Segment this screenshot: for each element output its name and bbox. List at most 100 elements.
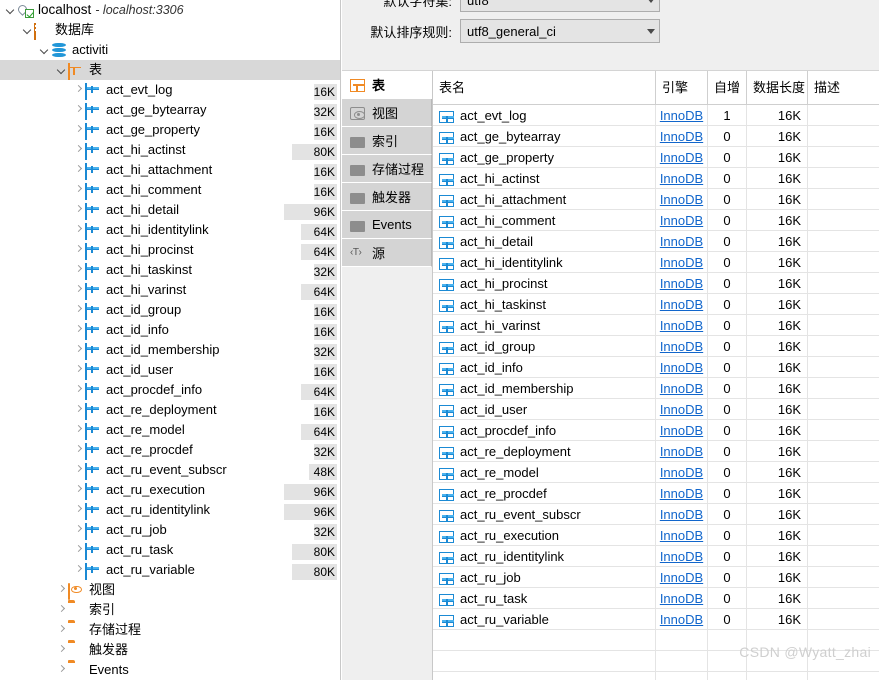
cell-auto-increment[interactable]: 0: [708, 293, 747, 315]
tree-table-item[interactable]: act_hi_attachment 16K: [0, 160, 340, 180]
cell-data-length[interactable]: 16K: [747, 419, 808, 441]
cell-description[interactable]: [808, 462, 872, 483]
cell-auto-increment[interactable]: 0: [708, 272, 747, 294]
chevron-right-icon[interactable]: [72, 560, 85, 580]
cell-table-name[interactable]: act_ru_identitylink: [433, 545, 656, 567]
cell-table-name[interactable]: act_re_deployment: [433, 440, 656, 462]
chevron-right-icon[interactable]: [72, 140, 85, 160]
tree-table-item[interactable]: act_ru_event_subscr 48K: [0, 460, 340, 480]
tree-node-localhost[interactable]: localhost - localhost:3306: [0, 0, 340, 20]
engine-link[interactable]: InnoDB: [660, 126, 703, 147]
cell-description[interactable]: [808, 399, 872, 420]
cell-auto-increment[interactable]: 0: [708, 209, 747, 231]
table-row[interactable]: act_hi_attachment InnoDB 0 16K: [433, 188, 879, 210]
cell-engine[interactable]: InnoDB: [656, 104, 708, 126]
engine-link[interactable]: InnoDB: [660, 609, 703, 630]
tab-events[interactable]: Events: [342, 211, 432, 239]
engine-link[interactable]: InnoDB: [660, 189, 703, 210]
cell-empty[interactable]: [656, 671, 708, 680]
charset-select[interactable]: utf8: [460, 0, 660, 12]
table-row[interactable]: act_ru_variable InnoDB 0 16K: [433, 608, 879, 630]
chevron-down-icon[interactable]: [55, 60, 68, 80]
table-row[interactable]: act_hi_detail InnoDB 0 16K: [433, 230, 879, 252]
chevron-right-icon[interactable]: [72, 420, 85, 440]
cell-empty[interactable]: [708, 671, 747, 680]
chevron-right-icon[interactable]: [72, 480, 85, 500]
table-row[interactable]: act_ge_property InnoDB 0 16K: [433, 146, 879, 168]
cell-engine[interactable]: InnoDB: [656, 293, 708, 315]
cell-data-length[interactable]: 16K: [747, 608, 808, 630]
cell-auto-increment[interactable]: 0: [708, 566, 747, 588]
cell-description[interactable]: [808, 441, 872, 462]
tree-table-item[interactable]: act_ge_property 16K: [0, 120, 340, 140]
engine-link[interactable]: InnoDB: [660, 315, 703, 336]
cell-table-name[interactable]: act_id_info: [433, 356, 656, 378]
cell-data-length[interactable]: 16K: [747, 356, 808, 378]
cell-auto-increment[interactable]: 0: [708, 335, 747, 357]
tree-node-activiti[interactable]: activiti: [0, 40, 340, 60]
cell-description[interactable]: [808, 378, 872, 399]
cell-auto-increment[interactable]: 0: [708, 230, 747, 252]
chevron-right-icon[interactable]: [72, 240, 85, 260]
table-row[interactable]: act_ru_job InnoDB 0 16K: [433, 566, 879, 588]
cell-engine[interactable]: InnoDB: [656, 335, 708, 357]
engine-link[interactable]: InnoDB: [660, 420, 703, 441]
cell-table-name[interactable]: act_id_group: [433, 335, 656, 357]
tree-table-item[interactable]: act_ru_job 32K: [0, 520, 340, 540]
tab-source[interactable]: ‹T› 源: [342, 239, 432, 267]
cell-description[interactable]: [808, 504, 872, 525]
cell-engine[interactable]: InnoDB: [656, 503, 708, 525]
tab-indexes[interactable]: 索引: [342, 127, 432, 155]
cell-description[interactable]: [808, 105, 872, 126]
cell-empty[interactable]: [656, 650, 708, 672]
tree-table-item[interactable]: act_ge_bytearray 32K: [0, 100, 340, 120]
tree-node-databases[interactable]: 数据库: [0, 20, 340, 40]
cell-data-length[interactable]: 16K: [747, 104, 808, 126]
cell-engine[interactable]: InnoDB: [656, 587, 708, 609]
cell-engine[interactable]: InnoDB: [656, 482, 708, 504]
cell-data-length[interactable]: 16K: [747, 587, 808, 609]
cell-table-name[interactable]: act_hi_identitylink: [433, 251, 656, 273]
cell-table-name[interactable]: act_ru_task: [433, 587, 656, 609]
cell-table-name[interactable]: act_hi_procinst: [433, 272, 656, 294]
cell-description[interactable]: [808, 525, 872, 546]
cell-description[interactable]: [808, 567, 872, 588]
cell-engine[interactable]: InnoDB: [656, 167, 708, 189]
cell-auto-increment[interactable]: 0: [708, 440, 747, 462]
cell-data-length[interactable]: 16K: [747, 125, 808, 147]
cell-data-length[interactable]: 16K: [747, 377, 808, 399]
chevron-down-icon[interactable]: [38, 40, 51, 60]
cell-engine[interactable]: InnoDB: [656, 356, 708, 378]
engine-link[interactable]: InnoDB: [660, 231, 703, 252]
cell-data-length[interactable]: 16K: [747, 398, 808, 420]
cell-data-length[interactable]: 16K: [747, 167, 808, 189]
tree-table-item[interactable]: act_id_info 16K: [0, 320, 340, 340]
tree-table-item[interactable]: act_ru_execution 96K: [0, 480, 340, 500]
cell-auto-increment[interactable]: 0: [708, 587, 747, 609]
cell-empty[interactable]: [433, 629, 656, 651]
cell-empty[interactable]: [808, 672, 872, 680]
chevron-right-icon[interactable]: [72, 100, 85, 120]
cell-empty[interactable]: [747, 671, 808, 680]
cell-description[interactable]: [808, 357, 872, 378]
chevron-right-icon[interactable]: [72, 540, 85, 560]
cell-engine[interactable]: InnoDB: [656, 377, 708, 399]
cell-data-length[interactable]: 16K: [747, 524, 808, 546]
engine-link[interactable]: InnoDB: [660, 210, 703, 231]
column-header-auto-increment[interactable]: 自增: [708, 71, 747, 105]
cell-auto-increment[interactable]: 0: [708, 251, 747, 273]
table-row[interactable]: act_re_model InnoDB 0 16K: [433, 461, 879, 483]
chevron-right-icon[interactable]: [72, 200, 85, 220]
cell-data-length[interactable]: 16K: [747, 545, 808, 567]
chevron-right-icon[interactable]: [72, 220, 85, 240]
chevron-right-icon[interactable]: [72, 280, 85, 300]
tree-node-group[interactable]: 视图: [0, 580, 340, 600]
cell-data-length[interactable]: 16K: [747, 503, 808, 525]
cell-data-length[interactable]: 16K: [747, 293, 808, 315]
chevron-right-icon[interactable]: [55, 580, 68, 600]
tree-node-group[interactable]: 索引: [0, 600, 340, 620]
tree-table-item[interactable]: act_hi_detail 96K: [0, 200, 340, 220]
tree-table-item[interactable]: act_hi_taskinst 32K: [0, 260, 340, 280]
cell-auto-increment[interactable]: 0: [708, 461, 747, 483]
tree-node-events[interactable]: Events: [0, 660, 340, 680]
